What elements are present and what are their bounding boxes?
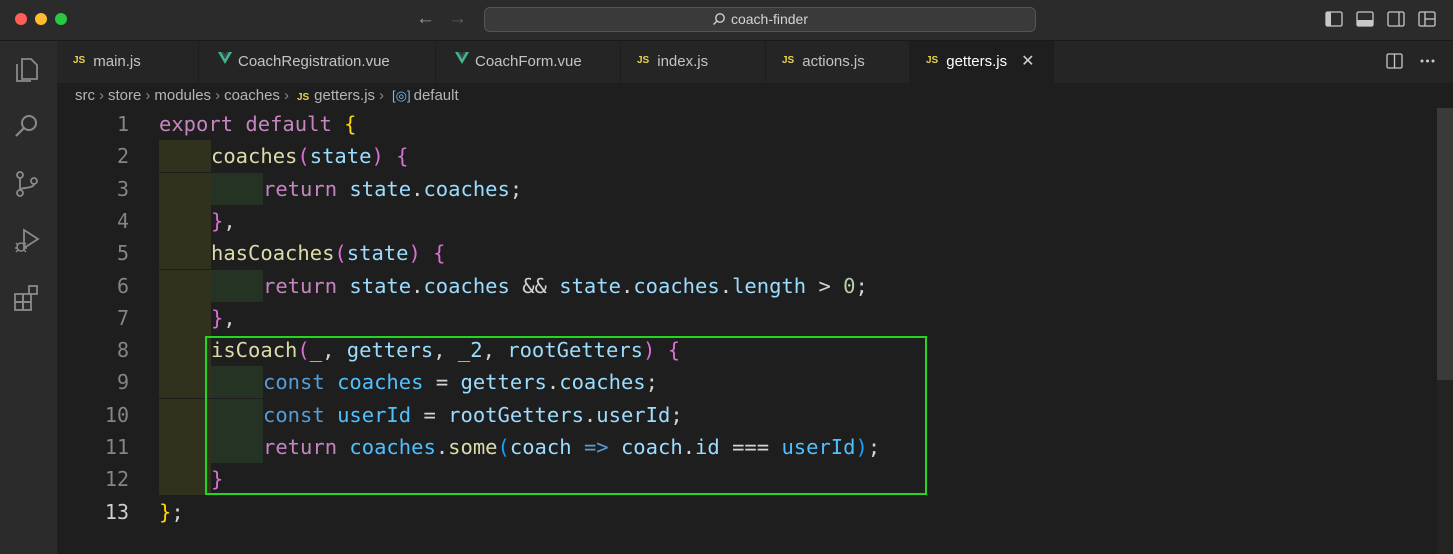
toggle-panel-icon[interactable] xyxy=(1356,11,1374,27)
code-text: return state.coaches && state.coaches.le… xyxy=(263,273,868,298)
toggle-primary-sidebar-icon[interactable] xyxy=(1325,11,1343,27)
breadcrumb-separator: › xyxy=(99,87,104,104)
extensions-icon[interactable] xyxy=(12,283,42,313)
code-line[interactable]: 5 hasCoaches(state) { xyxy=(57,237,1437,270)
tab-label: getters.js xyxy=(946,53,1008,70)
search-sidebar-icon[interactable] xyxy=(12,111,42,141)
tab-index-js[interactable]: JS index.js xyxy=(621,41,766,83)
line-number: 7 xyxy=(116,305,129,330)
more-actions-icon[interactable] xyxy=(1419,53,1436,69)
code-text: }, xyxy=(211,305,236,330)
close-window-button[interactable] xyxy=(15,13,27,25)
breadcrumb: src › store › modules › coaches › JS getters.js ›[… xyxy=(75,85,459,107)
code-line[interactable]: 3 return state.coaches; xyxy=(57,172,1437,205)
indent-guide xyxy=(211,172,263,205)
explorer-icon[interactable] xyxy=(12,55,42,85)
tab-label: index.js xyxy=(657,53,709,70)
breadcrumb-item[interactable]: getters.js xyxy=(314,87,375,104)
code-line[interactable]: 4}, xyxy=(57,204,1437,237)
minimize-window-button[interactable] xyxy=(35,13,47,25)
indent-guide xyxy=(159,269,211,302)
line-number: 1 xyxy=(116,112,129,136)
title-bar: ← → coach-finder xyxy=(0,0,1453,41)
line-number: 13 xyxy=(104,499,129,524)
indent-guide xyxy=(211,269,263,302)
line-number: 4 xyxy=(116,208,129,233)
split-editor-icon[interactable] xyxy=(1386,53,1403,69)
code-line[interactable]: 6 return state.coaches && state.coaches.l… xyxy=(57,269,1437,302)
back-arrow-icon[interactable]: ← xyxy=(416,8,435,30)
code-text: hasCoaches(state) { xyxy=(211,241,446,266)
breadcrumb-item[interactable]: modules xyxy=(154,87,211,104)
breadcrumb-separator: › xyxy=(145,87,151,104)
indent-guide xyxy=(159,398,211,431)
breadcrumb-item[interactable]: src xyxy=(75,87,95,104)
toggle-secondary-sidebar-icon[interactable] xyxy=(1387,11,1405,27)
code-line[interactable]: 7}, xyxy=(57,301,1437,334)
code-text: coaches(state) { xyxy=(211,144,409,169)
tab-coach-form-vue[interactable]: CoachForm.vue xyxy=(436,41,621,83)
code-text: export default { xyxy=(159,112,357,136)
indent-guide xyxy=(159,172,211,205)
customize-layout-icon[interactable] xyxy=(1418,11,1436,27)
line-number: 3 xyxy=(116,176,129,201)
line-number: 12 xyxy=(104,467,129,492)
code-line[interactable]: 2 coaches(state) { xyxy=(57,140,1437,173)
tab-label: CoachRegistration.vue xyxy=(238,53,390,70)
code-text: }; xyxy=(159,499,184,524)
forward-arrow-icon[interactable]: → xyxy=(448,8,467,30)
close-tab-icon[interactable]: ✕ xyxy=(1021,41,1034,83)
indent-guide xyxy=(159,204,211,237)
tab-label: main.js xyxy=(93,53,141,70)
indent-guide xyxy=(159,301,211,334)
activity-bar xyxy=(0,41,57,554)
editor-scrollbar-thumb[interactable] xyxy=(1437,108,1453,380)
search-text: coach-finder xyxy=(730,11,809,27)
indent-guide xyxy=(159,463,211,496)
js-file-icon: JS xyxy=(637,55,650,67)
line-number: 11 xyxy=(104,435,129,459)
tab-main-js[interactable]: JS main.js xyxy=(57,41,199,83)
source-control-icon[interactable] xyxy=(12,169,42,199)
js-file-icon: JS xyxy=(73,55,86,67)
breadcrumb-separator: › xyxy=(215,87,221,104)
search-icon xyxy=(712,13,725,26)
breadcrumb-item[interactable]: coaches xyxy=(224,87,280,104)
vue-file-icon xyxy=(455,39,469,81)
code-text: return state.coaches; xyxy=(263,176,523,201)
tab-actions-js[interactable]: JS actions.js xyxy=(766,41,910,83)
line-number: 2 xyxy=(116,144,129,169)
tab-label: actions.js xyxy=(802,53,865,70)
breadcrumb-separator: › xyxy=(379,87,385,104)
code-text: }, xyxy=(211,208,236,233)
command-center-search[interactable]: coach-finder xyxy=(484,7,1036,32)
symbol-object-icon: [◎] xyxy=(392,88,411,103)
vue-file-icon xyxy=(218,39,232,81)
line-number: 9 xyxy=(116,370,129,395)
tab-label: CoachForm.vue xyxy=(475,53,582,70)
run-and-debug-icon[interactable] xyxy=(12,225,42,255)
breadcrumb-item[interactable]: store xyxy=(108,87,141,104)
editor-tab-bar: JS main.js CoachRegistration.vue CoachFor… xyxy=(57,41,1453,83)
breadcrumb-item[interactable]: default xyxy=(414,87,459,104)
line-number: 8 xyxy=(116,338,129,363)
highlight-annotation-box xyxy=(205,336,927,495)
breadcrumb-separator: › xyxy=(283,87,289,104)
js-file-icon: JS xyxy=(926,55,939,67)
indent-guide xyxy=(159,334,211,367)
code-line[interactable]: 1 export default { xyxy=(57,108,1437,140)
line-number: 5 xyxy=(116,241,129,266)
indent-guide xyxy=(159,431,211,463)
tab-coach-registration-vue[interactable]: CoachRegistration.vue xyxy=(199,41,436,83)
line-number: 6 xyxy=(116,273,129,298)
js-file-icon: JS xyxy=(296,92,310,103)
indent-guide xyxy=(159,366,211,399)
code-line[interactable]: 13}; xyxy=(57,496,1437,528)
indent-guide xyxy=(159,140,211,173)
maximize-window-button[interactable] xyxy=(55,13,67,25)
line-number: 10 xyxy=(104,402,129,427)
indent-guide xyxy=(159,237,211,270)
js-file-icon: JS xyxy=(782,55,795,67)
tab-getters-js[interactable]: JS getters.js ✕ xyxy=(910,41,1054,83)
